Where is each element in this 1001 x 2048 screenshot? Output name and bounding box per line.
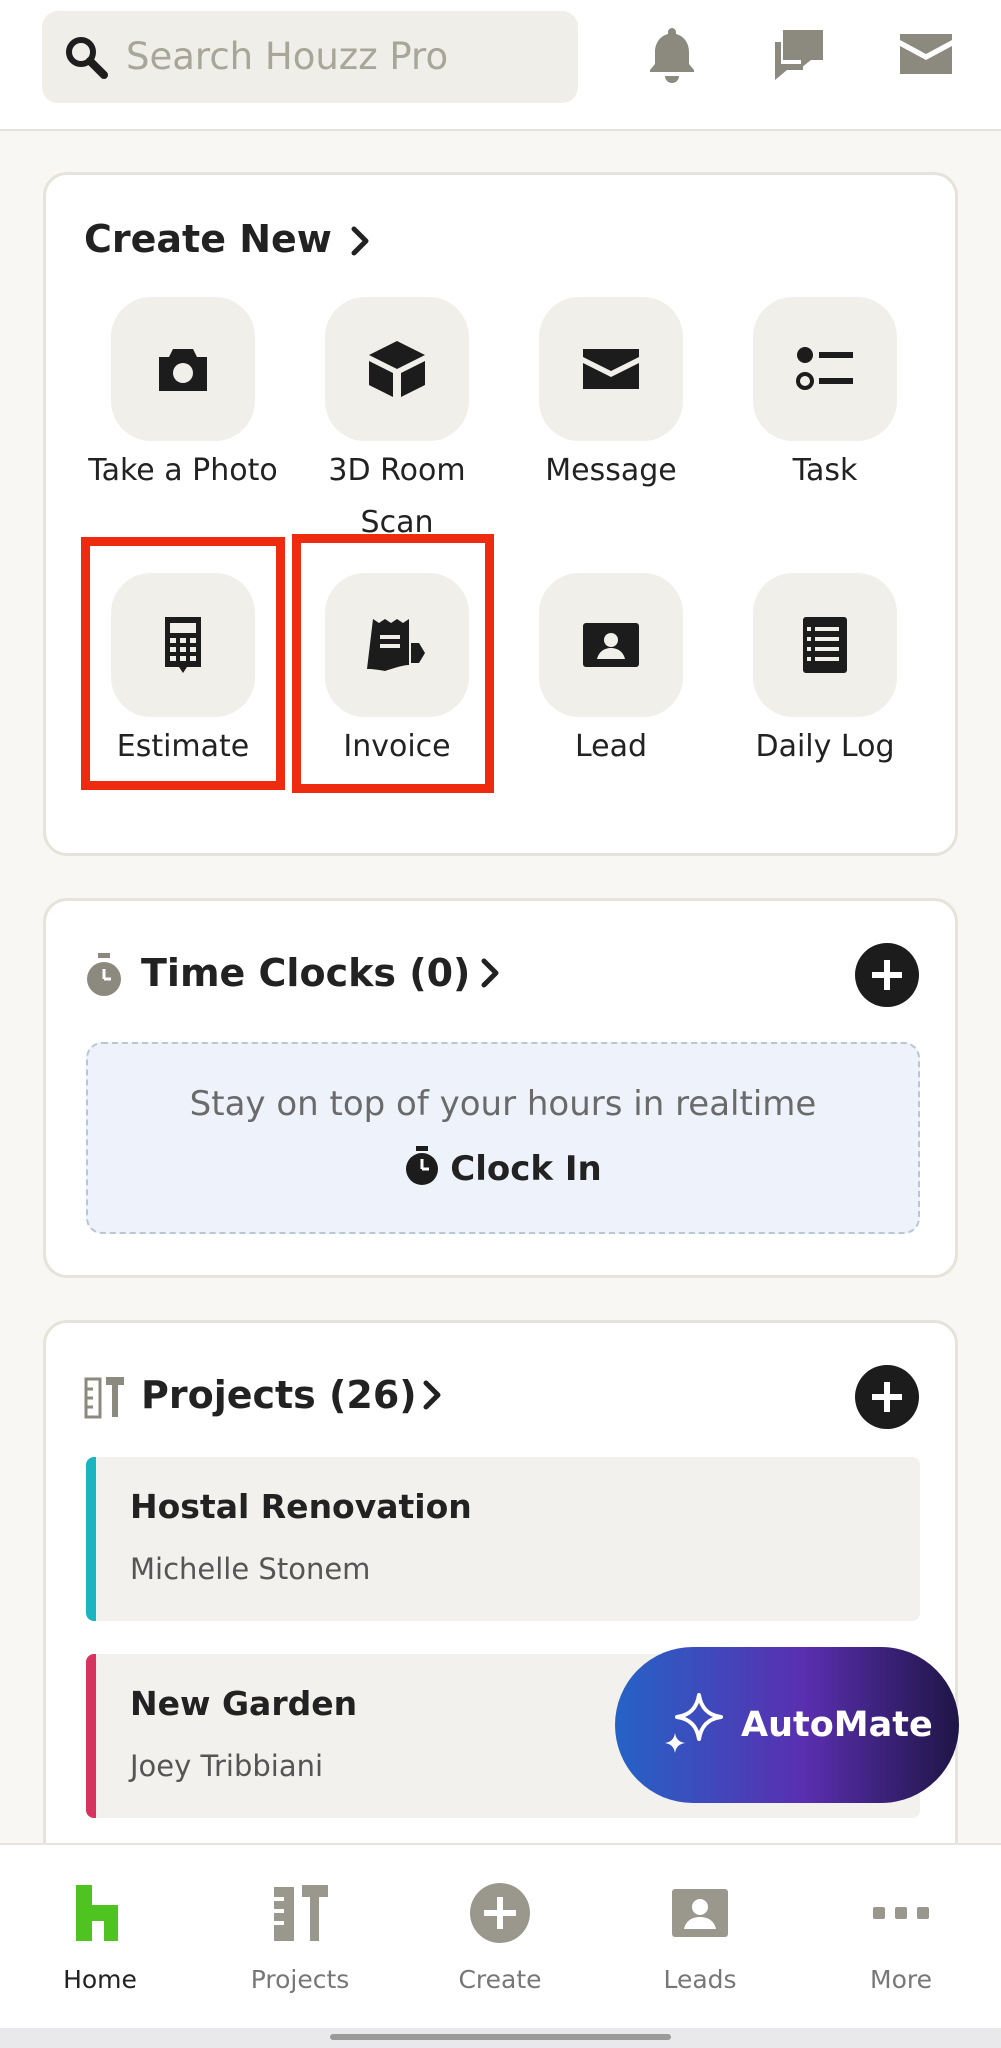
task-tile-box xyxy=(753,297,897,441)
camera-icon xyxy=(159,349,207,391)
nav-label: Projects xyxy=(250,1965,350,1994)
project-color-stripe xyxy=(86,1457,96,1621)
envelope-icon xyxy=(583,349,639,389)
message-tile-box xyxy=(539,297,683,441)
project-row[interactable]: Hostal Renovation Michelle Stonem xyxy=(86,1457,920,1621)
tile-label: Lead xyxy=(574,729,648,764)
automate-button[interactable]: AutoMate xyxy=(615,1647,959,1803)
cube-icon xyxy=(369,341,425,397)
clock-in-button[interactable]: Clock In xyxy=(88,1146,918,1189)
add-project-button[interactable] xyxy=(855,1365,919,1429)
bell-icon[interactable] xyxy=(640,22,704,86)
tile-label: Message xyxy=(545,453,677,488)
nav-label: Leads xyxy=(663,1965,737,1994)
nav-leads[interactable]: Leads xyxy=(600,1845,800,2030)
time-clocks-card: Time Clocks (0) Stay on top of your hour… xyxy=(43,898,958,1278)
chat-bubbles-icon[interactable] xyxy=(767,22,831,86)
chevron-right-icon[interactable] xyxy=(346,221,374,261)
search-placeholder: Search Houzz Pro xyxy=(126,35,449,78)
project-name: Hostal Renovation xyxy=(130,1487,472,1526)
project-name: New Garden xyxy=(130,1684,358,1723)
automate-label: AutoMate xyxy=(741,1705,933,1745)
chevron-right-icon[interactable] xyxy=(476,953,504,993)
projects-tools-icon xyxy=(274,1885,328,1941)
plus-icon xyxy=(872,960,902,990)
daily-log-tile-box xyxy=(753,573,897,717)
plus-circle-icon xyxy=(470,1883,530,1943)
stopwatch-icon xyxy=(406,1146,439,1185)
projects-tools-icon xyxy=(84,1377,124,1419)
camera-tile-box xyxy=(111,297,255,441)
add-time-clock-button[interactable] xyxy=(855,943,919,1007)
nav-label: Create xyxy=(458,1965,542,1994)
task-list-icon xyxy=(796,347,853,390)
tile-task[interactable]: Task xyxy=(718,297,932,497)
contact-card-icon xyxy=(672,1889,728,1937)
tile-daily-log[interactable]: Daily Log xyxy=(718,573,932,773)
search-icon xyxy=(66,37,108,79)
home-icon xyxy=(76,1885,118,1941)
nav-label: Home xyxy=(63,1965,137,1994)
clock-in-panel[interactable]: Stay on top of your hours in realtime Cl… xyxy=(86,1042,920,1234)
top-bar: Search Houzz Pro xyxy=(0,0,1001,131)
cube-tile-box xyxy=(325,297,469,441)
clock-in-label: Clock In xyxy=(450,1149,602,1189)
bottom-nav: Home Projects Create Leads More xyxy=(0,1843,1001,2028)
notebook-icon xyxy=(803,617,847,673)
tile-3d-room-scan[interactable]: 3D Room Scan xyxy=(290,297,504,549)
nav-create[interactable]: Create xyxy=(400,1845,600,2030)
tile-label: Take a Photo xyxy=(88,453,278,488)
more-dots-icon xyxy=(873,1907,929,1919)
chevron-right-icon[interactable] xyxy=(418,1375,446,1415)
home-indicator-bar[interactable] xyxy=(330,2034,671,2040)
home-indicator xyxy=(0,2028,1001,2048)
contact-card-icon xyxy=(583,623,639,667)
lead-tile-box xyxy=(539,573,683,717)
tile-lead[interactable]: Lead xyxy=(504,573,718,773)
projects-title[interactable]: Projects (26) xyxy=(141,1373,417,1417)
envelope-icon[interactable] xyxy=(894,22,958,86)
plus-icon xyxy=(872,1382,902,1412)
search-bar[interactable]: Search Houzz Pro xyxy=(42,11,578,103)
project-color-stripe xyxy=(86,1654,96,1818)
highlight-invoice xyxy=(292,534,494,793)
highlight-estimate xyxy=(81,537,285,790)
stopwatch-icon xyxy=(87,953,121,996)
sparkle-icon xyxy=(665,1693,723,1753)
tile-message[interactable]: Message xyxy=(504,297,718,497)
nav-label: More xyxy=(870,1965,932,1994)
tile-take-photo[interactable]: Take a Photo xyxy=(76,297,290,497)
project-client: Michelle Stonem xyxy=(130,1552,371,1586)
tile-label: Task xyxy=(792,453,858,488)
tile-label: Daily Log xyxy=(755,729,895,764)
nav-home[interactable]: Home xyxy=(0,1845,200,2030)
nav-more[interactable]: More xyxy=(801,1845,1001,2030)
nav-projects[interactable]: Projects xyxy=(200,1845,400,2030)
clock-message: Stay on top of your hours in realtime xyxy=(189,1084,817,1124)
project-client: Joey Tribbiani xyxy=(130,1749,324,1783)
create-new-title[interactable]: Create New xyxy=(84,217,332,261)
time-clocks-title[interactable]: Time Clocks (0) xyxy=(141,951,470,995)
